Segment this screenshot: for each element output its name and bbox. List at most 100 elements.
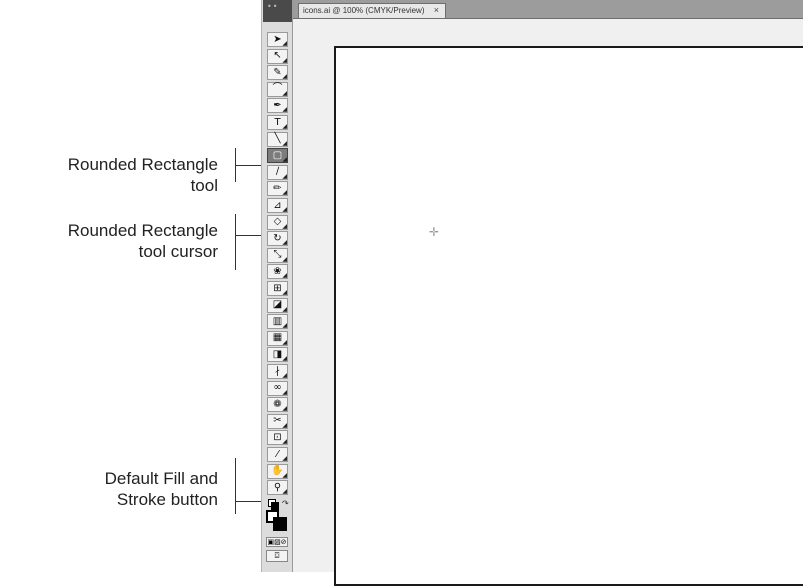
close-icon[interactable]: × bbox=[434, 5, 439, 15]
panel-grip[interactable]: •• bbox=[263, 0, 292, 22]
flyout-indicator-icon: ◢ bbox=[282, 222, 287, 230]
flyout-indicator-icon: ◢ bbox=[282, 40, 287, 47]
tools-panel: •• ➤ ◢ ↖ ◢ ✎ ◢ ⌒ ◢ ✒ ◢ T ◢ ╲ ◢ ▢ ◢ ∕ ◢ ✏ ◢ ⊿ ◢ ◇ ◢ ↻ ◢ ⤡ ◢ ❀ ◢ ⊞ ◢ ◪ ◢ ▥ ◢ ▦… bbox=[261, 0, 293, 572]
column-graph-tool-button[interactable]: ✂ ◢ bbox=[267, 413, 288, 429]
flyout-indicator-icon: ◢ bbox=[282, 338, 287, 346]
line-segment-tool-icon: ╲ bbox=[274, 133, 281, 145]
callout-label-line-1: Rounded Rectangle bbox=[67, 221, 218, 240]
callout-label-line-2: Stroke button bbox=[116, 490, 218, 509]
flyout-indicator-icon: ◢ bbox=[282, 206, 287, 213]
shape-builder-tool-icon: ◪ bbox=[272, 299, 283, 311]
document-tab-bar: icons.ai @ 100% (CMYK/Preview) × bbox=[293, 0, 803, 19]
flyout-indicator-icon: ◢ bbox=[282, 255, 287, 263]
rounded-rectangle-cursor-icon: ✛ bbox=[429, 225, 440, 239]
flyout-indicator-icon: ◢ bbox=[282, 421, 287, 429]
warp-tool-icon: ❀ bbox=[273, 265, 282, 277]
callout-default-fill-stroke: Default Fill and Stroke button bbox=[40, 468, 218, 510]
document-tab-title: icons.ai @ 100% (CMYK/Preview) bbox=[303, 6, 425, 15]
blend-tool-button[interactable]: ∞ ◢ bbox=[267, 380, 288, 396]
lasso-tool-button[interactable]: ⌒ ◢ bbox=[267, 81, 288, 97]
swap-fill-stroke-icon[interactable]: ↷ bbox=[282, 499, 289, 508]
scale-tool-icon: ⤡ bbox=[273, 249, 282, 261]
flyout-indicator-icon: ◢ bbox=[282, 471, 287, 479]
selection-tool-button[interactable]: ➤ ◢ bbox=[267, 32, 288, 47]
flyout-indicator-icon: ◢ bbox=[282, 172, 287, 180]
blob-brush-tool-button[interactable]: ⊿ ◢ bbox=[267, 198, 288, 213]
callout-rounded-rectangle-cursor: Rounded Rectangle tool cursor bbox=[40, 220, 218, 262]
warp-tool-button[interactable]: ❀ ◢ bbox=[267, 264, 288, 280]
paintbrush-tool-icon: ∕ bbox=[275, 166, 280, 178]
flyout-indicator-icon: ◢ bbox=[282, 239, 287, 247]
screen-mode-button[interactable]: ⌼ bbox=[266, 550, 288, 562]
eyedropper-tool-icon: ∤ bbox=[275, 365, 280, 377]
magic-wand-tool-button[interactable]: ✎ ◢ bbox=[267, 65, 288, 81]
eyedropper-tool-button[interactable]: ∤ ◢ bbox=[267, 364, 288, 379]
scale-tool-button[interactable]: ⤡ ◢ bbox=[267, 247, 288, 263]
grip-icon: •• bbox=[267, 2, 279, 11]
artboard-tool-icon: ⊡ bbox=[273, 431, 282, 443]
callout-label-line-2: tool cursor bbox=[138, 242, 218, 261]
symbol-sprayer-tool-button[interactable]: ❁ ◢ bbox=[267, 397, 288, 413]
pen-tool-button[interactable]: ✒ ◢ bbox=[267, 98, 288, 114]
color-mode-buttons[interactable]: ▣▨⊘ bbox=[266, 537, 288, 547]
blend-tool-icon: ∞ bbox=[273, 382, 282, 394]
zoom-tool-button[interactable]: ⚲ ◢ bbox=[267, 480, 288, 496]
flyout-indicator-icon: ◢ bbox=[282, 73, 287, 81]
flyout-indicator-icon: ◢ bbox=[282, 189, 287, 197]
symbol-sprayer-tool-icon: ❁ bbox=[273, 398, 282, 410]
flyout-indicator-icon: ◢ bbox=[282, 438, 287, 446]
flyout-indicator-icon: ◢ bbox=[282, 372, 287, 379]
flyout-indicator-icon: ◢ bbox=[282, 89, 287, 97]
rotate-tool-button[interactable]: ↻ ◢ bbox=[267, 231, 288, 247]
direct-selection-tool-button[interactable]: ↖ ◢ bbox=[267, 48, 288, 64]
direct-selection-tool-icon: ↖ bbox=[273, 50, 282, 62]
hand-tool-button[interactable]: ✋ ◢ bbox=[267, 463, 288, 479]
pencil-tool-icon: ✏ bbox=[273, 182, 282, 194]
artboard[interactable] bbox=[334, 46, 803, 586]
flyout-indicator-icon: ◢ bbox=[282, 106, 287, 114]
shape-builder-tool-button[interactable]: ◪ ◢ bbox=[267, 297, 288, 313]
flyout-indicator-icon: ◢ bbox=[282, 405, 287, 413]
callout-label: Rounded Rectangle tool bbox=[67, 155, 218, 195]
flyout-indicator-icon: ◢ bbox=[282, 123, 287, 130]
graph-tool-button[interactable]: ▥ ◢ bbox=[267, 314, 288, 330]
rotate-tool-icon: ↻ bbox=[273, 232, 282, 244]
flyout-indicator-icon: ◢ bbox=[282, 388, 287, 396]
graph-tool-icon: ▥ bbox=[272, 315, 283, 327]
document-tab[interactable]: icons.ai @ 100% (CMYK/Preview) × bbox=[298, 3, 446, 18]
column-graph-tool-icon: ✂ bbox=[273, 415, 282, 427]
mesh-tool-button[interactable]: ▦ ◢ bbox=[267, 330, 288, 346]
callout-label-line-1: Default Fill and bbox=[104, 469, 218, 488]
blob-brush-tool-icon: ⊿ bbox=[273, 199, 282, 211]
pen-tool-icon: ✒ bbox=[273, 99, 282, 111]
flyout-indicator-icon: ◢ bbox=[282, 156, 287, 164]
callout-bracket bbox=[235, 214, 236, 270]
zoom-tool-icon: ⚲ bbox=[273, 481, 282, 493]
flyout-indicator-icon: ◢ bbox=[282, 289, 287, 296]
artboard-tool-button[interactable]: ⊡ ◢ bbox=[267, 430, 288, 446]
paintbrush-tool-button[interactable]: ∕ ◢ bbox=[267, 164, 288, 180]
mesh-tool-icon: ▦ bbox=[272, 332, 283, 344]
flyout-indicator-icon: ◢ bbox=[282, 488, 287, 496]
gradient-tool-button[interactable]: ◨ ◢ bbox=[267, 347, 288, 363]
flyout-indicator-icon: ◢ bbox=[282, 56, 287, 64]
eraser-tool-button[interactable]: ◇ ◢ bbox=[267, 214, 288, 230]
line-segment-tool-button[interactable]: ╲ ◢ bbox=[267, 131, 288, 147]
free-transform-tool-button[interactable]: ⊞ ◢ bbox=[267, 281, 288, 296]
callout-rounded-rectangle-tool: Rounded Rectangle tool bbox=[40, 154, 218, 196]
flyout-indicator-icon: ◢ bbox=[282, 272, 287, 280]
fill-stroke-swatches[interactable] bbox=[266, 510, 288, 532]
type-tool-button[interactable]: T ◢ bbox=[267, 115, 288, 130]
slice-tool-button[interactable]: ⁄ ◢ bbox=[267, 447, 288, 462]
eraser-tool-icon: ◇ bbox=[273, 216, 282, 228]
type-tool-icon: T bbox=[274, 116, 281, 128]
flyout-indicator-icon: ◢ bbox=[282, 355, 287, 363]
default-fill-stroke-button[interactable] bbox=[268, 499, 279, 510]
pencil-tool-button[interactable]: ✏ ◢ bbox=[267, 181, 288, 197]
slice-tool-icon: ⁄ bbox=[276, 448, 279, 460]
magic-wand-tool-icon: ✎ bbox=[273, 66, 282, 78]
rounded-rectangle-tool-button[interactable]: ▢ ◢ bbox=[267, 148, 288, 164]
rounded-rectangle-tool-icon: ▢ bbox=[272, 149, 283, 161]
stroke-swatch[interactable] bbox=[273, 517, 287, 531]
callout-bracket bbox=[235, 458, 236, 514]
